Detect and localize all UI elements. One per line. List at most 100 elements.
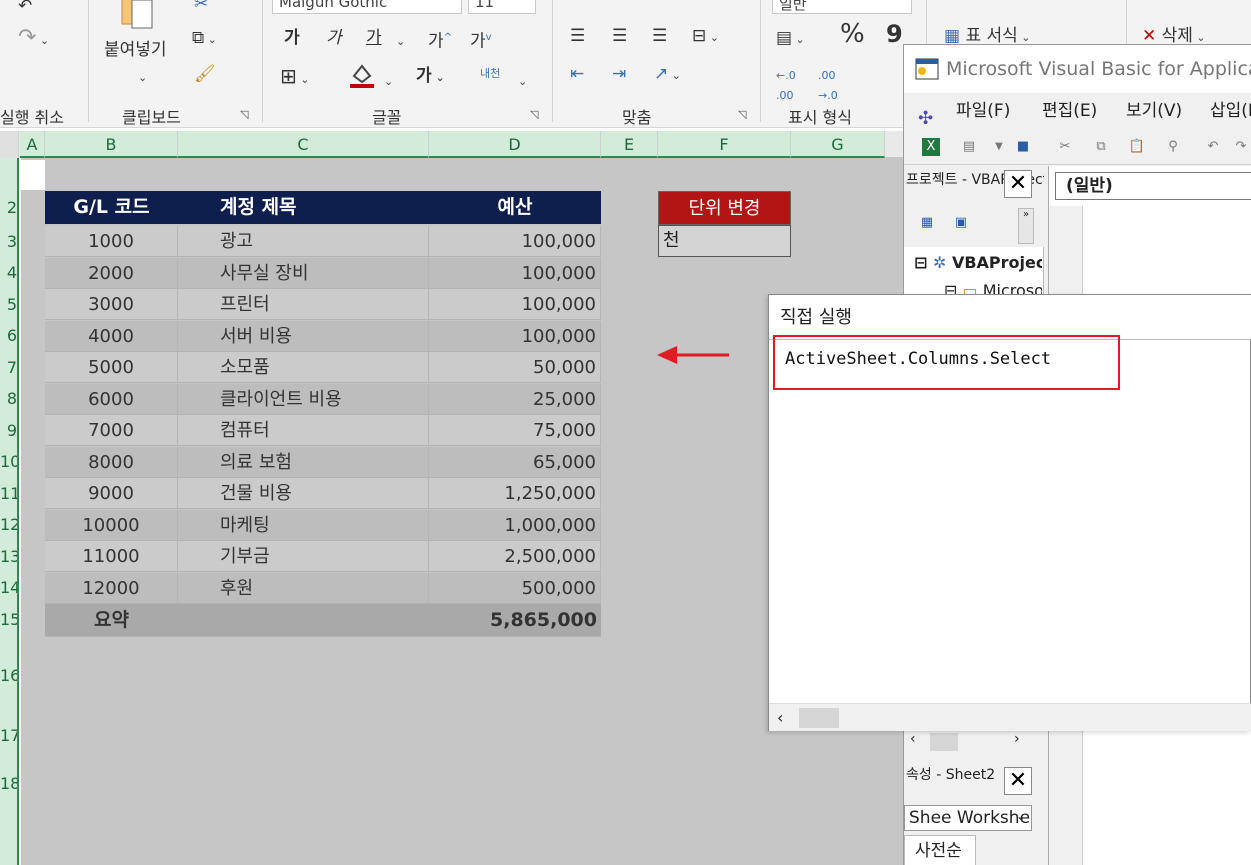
header-account-title[interactable]: 계정 제목 — [220, 191, 420, 224]
orientation-icon[interactable]: ↗ ⌄ — [654, 64, 681, 86]
budget-cell[interactable]: 1,000,000 — [429, 509, 601, 540]
gl-code-cell[interactable]: 5000 — [45, 352, 178, 382]
gl-code-cell[interactable]: 8000 — [45, 446, 178, 477]
gl-code-cell[interactable]: 2000 — [45, 257, 178, 288]
font-size-box[interactable]: 11 — [468, 0, 536, 14]
paste-icon[interactable] — [120, 0, 156, 32]
account-title-cell[interactable]: 광고 — [178, 226, 429, 256]
undo-icon[interactable]: ↶ — [1204, 138, 1222, 156]
underline-chevron-icon[interactable]: ⌄ — [396, 32, 405, 52]
budget-cell[interactable]: 50,000 — [429, 352, 601, 382]
row-header[interactable]: 17 — [0, 726, 17, 745]
column-header-a[interactable]: A — [20, 131, 45, 158]
phonetic-chevron-icon[interactable]: ⌄ — [518, 72, 527, 92]
scroll-left-icon[interactable]: ‹ — [777, 708, 783, 727]
vba-menu-file[interactable]: 파일(F) — [956, 93, 1010, 129]
gl-code-cell[interactable]: 12000 — [45, 572, 178, 603]
budget-cell[interactable]: 2,500,000 — [429, 541, 601, 571]
budget-cell[interactable]: 500,000 — [429, 572, 601, 603]
cut-icon[interactable]: ✂ — [1056, 138, 1074, 156]
gl-code-cell[interactable]: 1000 — [45, 226, 178, 256]
underline-button[interactable]: 가 — [366, 28, 382, 48]
properties-tab-alphabetic[interactable]: 사전순 — [904, 835, 976, 865]
scroll-thumb[interactable] — [799, 708, 839, 728]
align-right-icon[interactable]: ☰ — [652, 26, 667, 46]
account-title-cell[interactable]: 마케팅 — [178, 509, 429, 540]
immediate-window[interactable]: 직접 실행 ActiveSheet.Columns.Select ‹ — [768, 294, 1251, 731]
alignment-launcher-icon[interactable]: ◹ — [738, 108, 746, 121]
row-header[interactable]: 14 — [0, 578, 17, 597]
font-color-button[interactable]: 가 ⌄ — [416, 66, 445, 88]
gl-code-cell[interactable]: 10000 — [45, 509, 178, 540]
undo-icon[interactable]: ↶ — [18, 0, 32, 16]
accounting-format-icon[interactable]: ▤ ⌄ — [776, 28, 805, 50]
active-cell[interactable] — [21, 160, 45, 190]
budget-cell[interactable]: 75,000 — [429, 415, 601, 445]
fill-color-icon[interactable] — [348, 62, 376, 94]
row-header[interactable]: 18 — [0, 774, 17, 793]
gl-code-cell[interactable]: 9000 — [45, 478, 178, 508]
percent-button[interactable]: % — [840, 21, 865, 47]
column-header-f[interactable]: F — [658, 131, 791, 158]
merge-icon[interactable]: ⊟ ⌄ — [692, 26, 719, 48]
summary-label[interactable]: 요약 — [45, 604, 178, 636]
account-title-cell[interactable]: 서버 비용 — [178, 320, 429, 351]
borders-icon[interactable]: ⊞ ⌄ — [280, 66, 309, 90]
unit-change-value[interactable]: 천 — [658, 225, 791, 257]
insert-chevron-icon[interactable]: ▼ — [990, 138, 1008, 156]
scroll-right-icon[interactable]: › — [1014, 731, 1020, 747]
column-header-e[interactable]: E — [601, 131, 658, 158]
row-header[interactable]: 6 — [0, 326, 17, 345]
decrease-decimal-icon[interactable]: .00 →.0 — [818, 66, 838, 106]
grow-font-button[interactable]: 가^ — [428, 28, 452, 52]
shrink-font-button[interactable]: 가v — [470, 28, 492, 52]
account-title-cell[interactable]: 기부금 — [178, 541, 429, 571]
account-title-cell[interactable]: 의료 보험 — [178, 446, 429, 477]
column-header-d[interactable]: D — [429, 131, 601, 158]
budget-cell[interactable]: 100,000 — [429, 226, 601, 256]
project-scroll-icon[interactable]: » — [1018, 208, 1034, 244]
format-painter-icon[interactable]: 🖌 — [194, 64, 216, 84]
redo-icon[interactable]: ↷ ⌄ — [18, 27, 49, 51]
row-header[interactable]: 2 — [0, 198, 17, 217]
view-code-icon[interactable]: ▦ — [918, 214, 936, 232]
align-center-icon[interactable]: ☰ — [612, 26, 627, 46]
budget-cell[interactable]: 25,000 — [429, 383, 601, 414]
scroll-thumb[interactable] — [930, 733, 958, 751]
summary-value[interactable]: 5,865,000 — [429, 604, 601, 636]
save-icon[interactable]: ■ — [1014, 138, 1032, 156]
row-header[interactable]: 9 — [0, 421, 17, 440]
header-gl-code[interactable]: G/L 코드 — [45, 191, 178, 224]
vba-menu-view[interactable]: 보기(V) — [1126, 93, 1182, 129]
gl-code-cell[interactable]: 6000 — [45, 383, 178, 414]
row-header[interactable]: 15 — [0, 610, 17, 629]
gl-code-cell[interactable]: 7000 — [45, 415, 178, 445]
redo-icon[interactable]: ↷ — [1232, 138, 1250, 156]
align-left-icon[interactable]: ☰ — [570, 26, 585, 46]
font-name-box[interactable]: Malgun Gothic — [272, 0, 462, 14]
project-close-icon[interactable]: ✕ — [1004, 170, 1032, 198]
font-launcher-icon[interactable]: ◹ — [530, 108, 538, 121]
account-title-cell[interactable]: 소모품 — [178, 352, 429, 382]
find-icon[interactable]: ⚲ — [1164, 138, 1182, 156]
row-header[interactable]: 10 — [0, 452, 17, 471]
scroll-left-icon[interactable]: ‹ — [910, 731, 916, 747]
budget-cell[interactable]: 100,000 — [429, 289, 601, 319]
column-header-c[interactable]: C — [178, 131, 429, 158]
select-all-corner[interactable] — [0, 131, 19, 158]
account-title-cell[interactable]: 클라이언트 비용 — [178, 383, 429, 414]
budget-cell[interactable]: 100,000 — [429, 320, 601, 351]
paste-icon[interactable]: 📋 — [1128, 138, 1146, 156]
paste-button[interactable]: 붙여넣기 — [104, 40, 167, 60]
row-header[interactable]: 5 — [0, 295, 17, 314]
insert-module-icon[interactable]: ▤ — [960, 138, 978, 156]
account-title-cell[interactable]: 후원 — [178, 572, 429, 603]
gl-code-cell[interactable]: 3000 — [45, 289, 178, 319]
copy-icon[interactable]: ⧉ ⌄ — [192, 28, 217, 50]
row-header[interactable]: 4 — [0, 263, 17, 282]
bold-button[interactable]: 가 — [284, 28, 300, 48]
number-format-box[interactable]: 일반 — [772, 0, 912, 14]
copy-icon[interactable]: ⧉ — [1092, 138, 1110, 156]
comma-button[interactable]: 9 — [886, 22, 903, 46]
row-header[interactable]: 8 — [0, 389, 17, 408]
